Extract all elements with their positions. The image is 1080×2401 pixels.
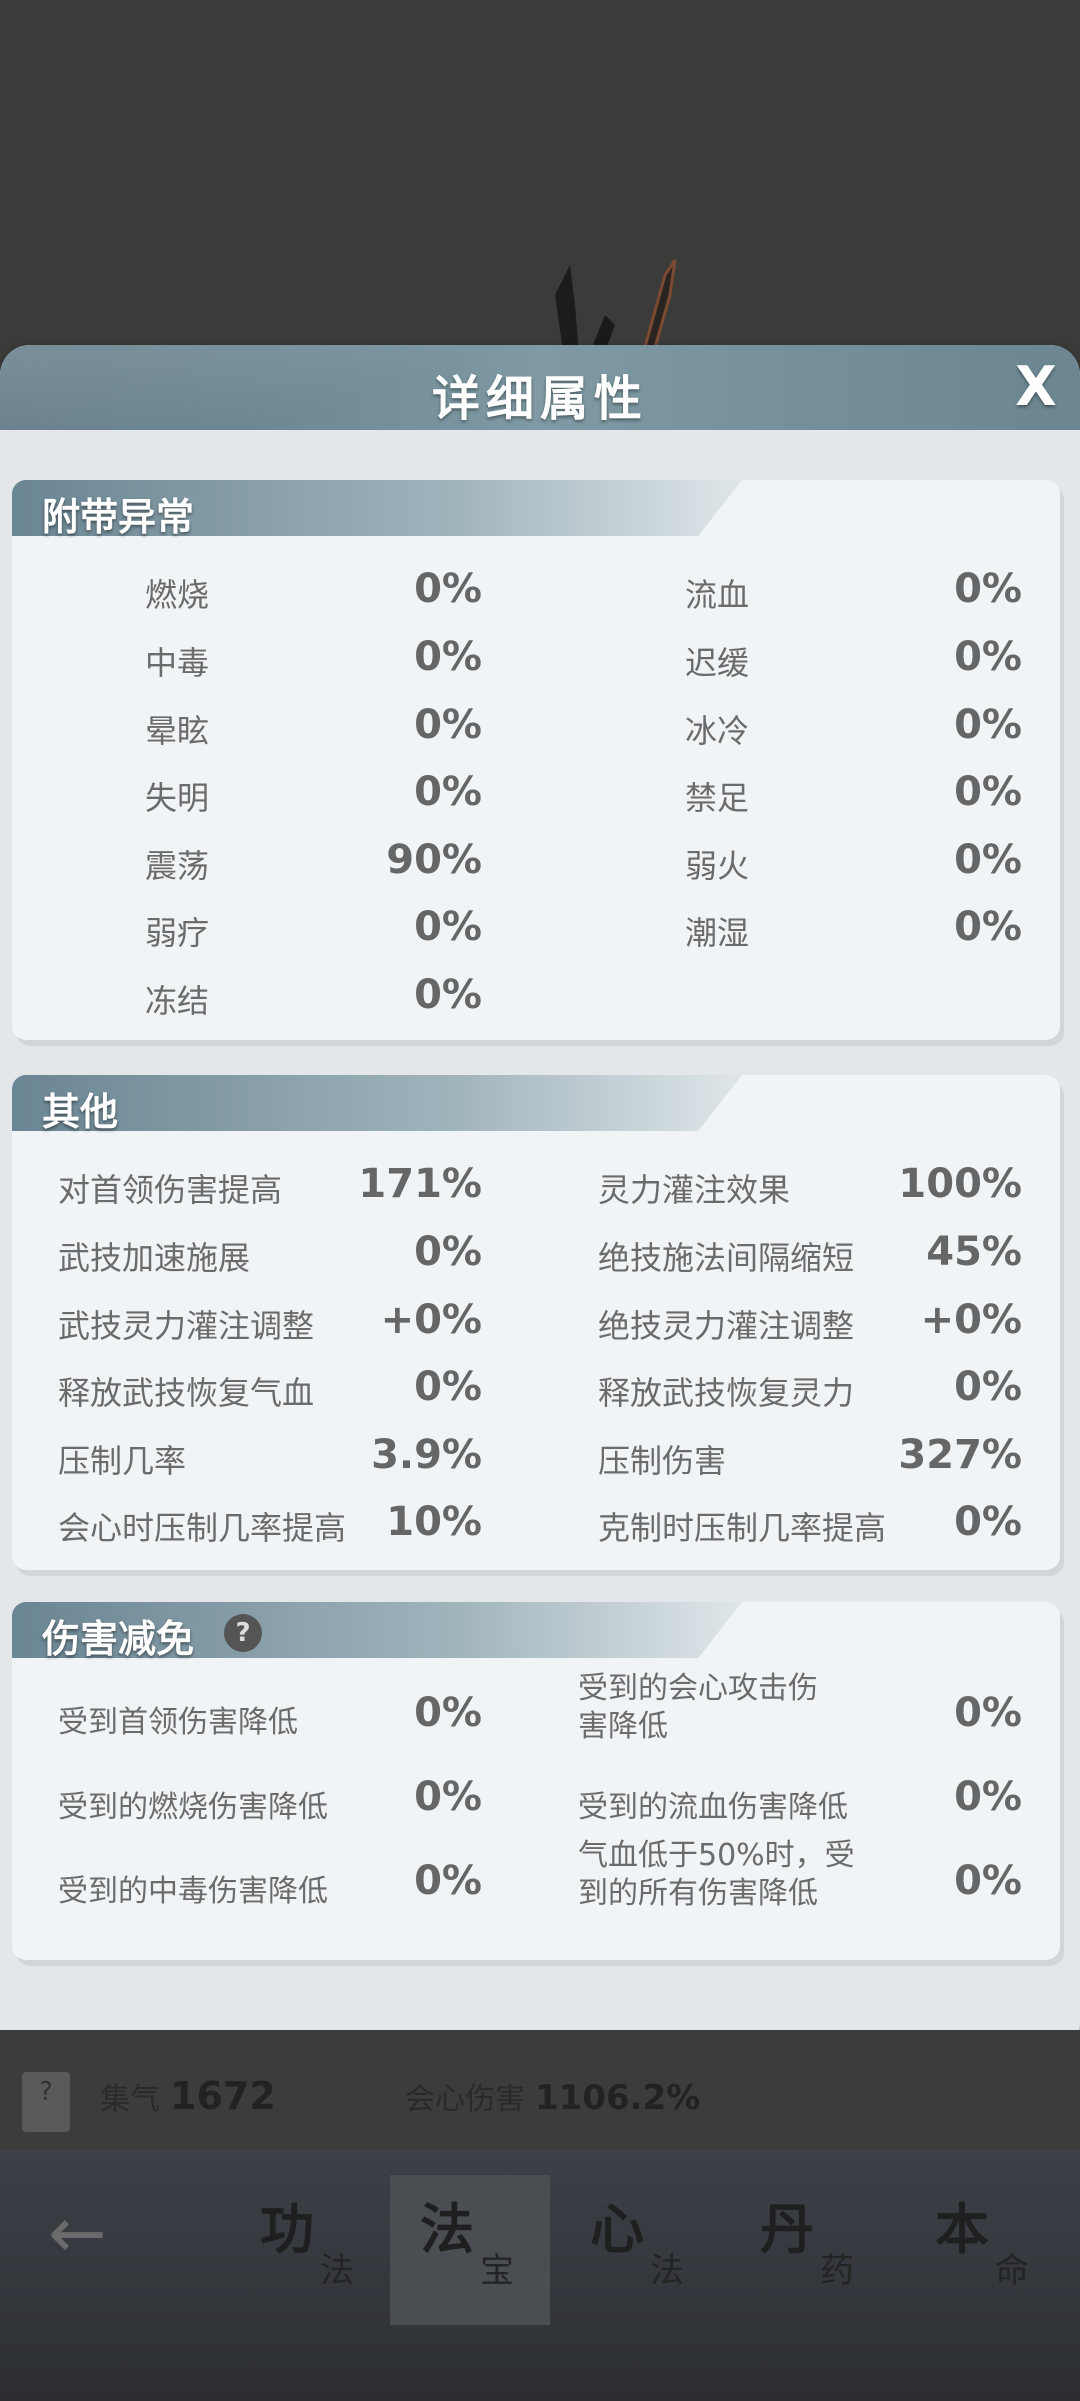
stat-value: 0% bbox=[954, 1499, 1022, 1545]
background-top bbox=[0, 0, 1080, 360]
stat-label: 受到的燃烧伤害降低 bbox=[58, 1790, 328, 1825]
stat-value: 0% bbox=[414, 972, 482, 1018]
stat-value: 171% bbox=[358, 1161, 482, 1207]
tab-subchar: 法 bbox=[650, 2251, 684, 2291]
stat-label: 潮湿 bbox=[685, 914, 750, 952]
tab-subchar: 药 bbox=[820, 2251, 854, 2291]
stat-value: +0% bbox=[920, 1297, 1022, 1343]
stat-value: 0% bbox=[954, 1690, 1022, 1736]
stat-label: 受到首领伤害降低 bbox=[58, 1705, 298, 1740]
stat-label: 失明 bbox=[145, 779, 210, 817]
stat-label: 克制时压制几率提高 bbox=[598, 1509, 887, 1547]
qi-value: 1672 bbox=[170, 2074, 276, 2118]
stat-label: 对首领伤害提高 bbox=[58, 1171, 283, 1209]
stat-value: 0% bbox=[414, 769, 482, 815]
stat-label: 气血低于50%时，受 到的所有伤害降低 bbox=[578, 1838, 855, 1911]
stat-value: 0% bbox=[954, 1774, 1022, 1820]
stat-label: 武技灵力灌注调整 bbox=[58, 1307, 315, 1345]
stat-value: 3.9% bbox=[371, 1432, 482, 1478]
stat-value: 0% bbox=[414, 634, 482, 680]
tab-subchar: 命 bbox=[995, 2251, 1029, 2291]
stat-label: 中毒 bbox=[145, 644, 210, 682]
stat-value: 327% bbox=[898, 1432, 1022, 1478]
stat-value: 0% bbox=[954, 904, 1022, 950]
tab-xinfa[interactable]: 心 法 bbox=[560, 2175, 720, 2325]
stat-value: 0% bbox=[954, 702, 1022, 748]
stat-label: 冰冷 bbox=[685, 712, 750, 750]
stat-value: 0% bbox=[414, 1774, 482, 1820]
abnormal-section: 附带异常 燃烧 0% 流血 0% 中毒 0% 迟缓 0% 晕眩 0% 冰冷 0%… bbox=[12, 480, 1060, 1040]
stat-label: 会心时压制几率提高 bbox=[58, 1509, 347, 1547]
stat-label: 绝技施法间隔缩短 bbox=[598, 1239, 855, 1277]
stat-value: +0% bbox=[380, 1297, 482, 1343]
stat-label: 释放武技恢复灵力 bbox=[598, 1374, 855, 1412]
stat-label: 流血 bbox=[685, 576, 750, 614]
qi-label: 集气 bbox=[100, 2082, 160, 2117]
stat-label: 灵力灌注效果 bbox=[598, 1171, 791, 1209]
tab-gongfa[interactable]: 功 法 bbox=[230, 2175, 390, 2325]
tab-char: 法 bbox=[420, 2197, 474, 2261]
stat-label: 禁足 bbox=[685, 779, 750, 817]
detail-attributes-panel: 详细属性 X 附带异常 燃烧 0% 流血 0% 中毒 0% 迟缓 0% 晕眩 0… bbox=[0, 345, 1080, 2065]
stat-label: 弱火 bbox=[685, 847, 750, 885]
damage-reduction-section: 伤害减免 ? 受到首领伤害降低 0% 受到的会心攻击伤 害降低 0% 受到的燃烧… bbox=[12, 1602, 1060, 1960]
qi-stat: 集气 1672 bbox=[100, 2074, 276, 2118]
stat-label: 迟缓 bbox=[685, 644, 750, 682]
stat-value: 0% bbox=[954, 837, 1022, 883]
crit-damage-stat: 会心伤害 1106.2% bbox=[405, 2074, 700, 2118]
back-arrow-icon[interactable]: ← bbox=[48, 2198, 138, 2268]
stat-label: 受到的会心攻击伤 害降低 bbox=[578, 1671, 818, 1744]
stat-value: 0% bbox=[414, 1690, 482, 1736]
stat-value: 0% bbox=[414, 1229, 482, 1275]
stat-label: 受到的流血伤害降低 bbox=[578, 1790, 848, 1825]
tab-benming[interactable]: 本 命 bbox=[905, 2175, 1065, 2325]
stat-label: 弱疗 bbox=[145, 914, 210, 952]
stat-label: 受到的中毒伤害降低 bbox=[58, 1874, 328, 1909]
stat-value: 0% bbox=[414, 904, 482, 950]
stat-label: 压制几率 bbox=[58, 1442, 187, 1480]
stat-value: 0% bbox=[414, 1364, 482, 1410]
crit-damage-value: 1106.2% bbox=[535, 2078, 701, 2118]
stat-label: 震荡 bbox=[145, 847, 210, 885]
stat-label: 燃烧 bbox=[145, 576, 210, 614]
section-title: 伤害减免 bbox=[42, 1616, 195, 1661]
panel-title: 详细属性 bbox=[431, 371, 648, 427]
stat-value: 0% bbox=[954, 566, 1022, 612]
stat-label: 释放武技恢复气血 bbox=[58, 1374, 315, 1412]
stat-label: 冻结 bbox=[145, 982, 210, 1020]
stat-label: 武技加速施展 bbox=[58, 1239, 251, 1277]
section-title: 附带异常 bbox=[42, 494, 195, 539]
tab-char: 心 bbox=[590, 2197, 644, 2261]
section-title: 其他 bbox=[42, 1089, 119, 1134]
stat-value: 0% bbox=[954, 634, 1022, 680]
stat-value: 0% bbox=[414, 702, 482, 748]
tab-char: 本 bbox=[935, 2197, 989, 2261]
tab-danyao[interactable]: 丹 药 bbox=[730, 2175, 890, 2325]
stat-value: 10% bbox=[386, 1499, 482, 1545]
tab-subchar: 法 bbox=[320, 2251, 354, 2291]
strip-help-icon[interactable]: ? bbox=[22, 2072, 70, 2132]
tab-fabao[interactable]: 法 宝 bbox=[390, 2175, 550, 2325]
stat-value: 0% bbox=[954, 769, 1022, 815]
stat-value: 0% bbox=[954, 1364, 1022, 1410]
crit-damage-label: 会心伤害 bbox=[405, 2082, 525, 2117]
stat-label: 晕眩 bbox=[145, 712, 210, 750]
help-icon[interactable]: ? bbox=[224, 1614, 262, 1652]
stat-label: 绝技灵力灌注调整 bbox=[598, 1307, 855, 1345]
stat-value: 100% bbox=[898, 1161, 1022, 1207]
stat-label: 压制伤害 bbox=[598, 1442, 727, 1480]
tab-char: 丹 bbox=[760, 2197, 814, 2261]
tab-char: 功 bbox=[260, 2197, 314, 2261]
other-section: 其他 对首领伤害提高 171% 灵力灌注效果 100% 武技加速施展 0% 绝技… bbox=[12, 1075, 1060, 1570]
close-button[interactable]: X bbox=[1008, 357, 1064, 417]
section-header bbox=[12, 1075, 742, 1131]
stat-value: 45% bbox=[926, 1229, 1022, 1275]
stat-value: 0% bbox=[954, 1858, 1022, 1904]
stat-value: 0% bbox=[414, 566, 482, 612]
stat-value: 0% bbox=[414, 1858, 482, 1904]
stat-value: 90% bbox=[386, 837, 482, 883]
tab-subchar: 宝 bbox=[480, 2251, 514, 2291]
